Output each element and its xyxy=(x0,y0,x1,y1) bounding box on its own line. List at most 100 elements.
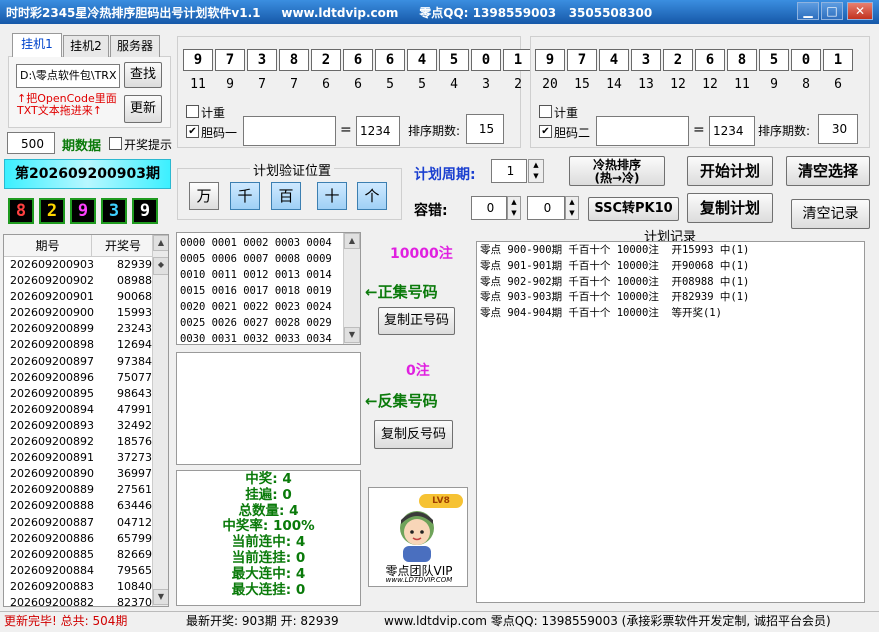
digit-box[interactable]: 3 xyxy=(631,49,661,71)
issue-cell: 202609200885 xyxy=(10,547,94,561)
p1-sum-input[interactable]: 1234 xyxy=(356,116,400,146)
digit-box[interactable]: 2 xyxy=(663,49,693,71)
scroll-down-icon[interactable]: ▼ xyxy=(153,589,168,605)
position-button[interactable]: 十 xyxy=(317,182,347,210)
digit-box[interactable]: 0 xyxy=(471,49,501,71)
digit-box[interactable]: 2 xyxy=(311,49,341,71)
table-row[interactable]: 202609200883 10840 xyxy=(4,579,168,595)
forward-scroll-up-icon[interactable]: ▲ xyxy=(344,233,360,249)
period-count-input[interactable]: 500 xyxy=(7,132,55,154)
table-row[interactable]: 202609200889 27561 xyxy=(4,482,168,498)
open-prompt-checkbox[interactable] xyxy=(109,137,122,150)
reverse-code-list[interactable] xyxy=(176,352,361,465)
digit-box[interactable]: 6 xyxy=(343,49,373,71)
table-row[interactable]: 202609200888 63446 xyxy=(4,498,168,514)
p2-weight-checkbox[interactable] xyxy=(539,105,552,118)
table-row[interactable]: 202609200898 12694 xyxy=(4,337,168,353)
digit-box[interactable]: 7 xyxy=(567,49,597,71)
position-button[interactable]: 千 xyxy=(230,182,260,210)
digit-box[interactable]: 1 xyxy=(823,49,853,71)
copy-reverse-button[interactable]: 复制反号码 xyxy=(374,420,453,449)
digit-box[interactable]: 8 xyxy=(279,49,309,71)
table-row[interactable]: 202609200894 47991 xyxy=(4,402,168,418)
table-row[interactable]: 202609200885 82669 xyxy=(4,547,168,563)
table-row[interactable]: 202609200887 04712 xyxy=(4,515,168,531)
p2-sort-input[interactable]: 30 xyxy=(818,114,858,144)
path-input[interactable]: D:\零点软件包\TRX xyxy=(16,64,120,88)
forward-scroll-down-icon[interactable]: ▼ xyxy=(344,327,360,343)
p2-dan-checkbox[interactable]: ✔ xyxy=(539,125,552,138)
ssc-pk10-button[interactable]: SSC转PK10 xyxy=(588,197,679,221)
tab-guaji2[interactable]: 挂机2 xyxy=(63,35,109,57)
table-row[interactable]: 202609200902 08988 xyxy=(4,273,168,289)
close-button[interactable]: ✕ xyxy=(847,2,873,20)
p1-dan-input[interactable] xyxy=(243,116,336,146)
position-button[interactable]: 个 xyxy=(357,182,387,210)
digit-box[interactable]: 5 xyxy=(439,49,469,71)
scroll-up-icon[interactable]: ▲ xyxy=(153,235,168,251)
p1-weight-checkbox[interactable] xyxy=(186,105,199,118)
digit-box[interactable]: 0 xyxy=(791,49,821,71)
table-row[interactable]: 202609200897 97384 xyxy=(4,354,168,370)
position-button[interactable]: 万 xyxy=(189,182,219,210)
position-button[interactable]: 百 xyxy=(271,182,301,210)
digit-box[interactable]: 1 xyxy=(503,49,533,71)
p1-sort-input[interactable]: 15 xyxy=(466,114,504,144)
minimize-button[interactable]: ▁ xyxy=(797,2,819,20)
table-row[interactable]: 202609200892 18576 xyxy=(4,434,168,450)
tolerance-b-spinner[interactable]: ▲ ▼ xyxy=(565,196,579,220)
record-list[interactable]: 零点 900-900期 千百十个 10000注 开15993 中(1) 零点 90… xyxy=(476,241,865,603)
cycle-spinner[interactable]: ▲ ▼ xyxy=(528,159,544,183)
table-row[interactable]: 202609200882 82370 xyxy=(4,595,168,606)
history-scrollbar[interactable]: ▲ ◆ ▼ xyxy=(152,235,168,606)
digit-box[interactable]: 6 xyxy=(375,49,405,71)
table-row[interactable]: 202609200903 82939 xyxy=(4,257,168,273)
find-button[interactable]: 查找 xyxy=(124,62,162,88)
history-list[interactable]: 期号 开奖号 202609200903 82939 202609200902 0898… xyxy=(3,234,169,607)
table-row[interactable]: 202609200886 65799 xyxy=(4,531,168,547)
table-row[interactable]: 202609200884 79565 xyxy=(4,563,168,579)
col-issue[interactable]: 期号 xyxy=(4,235,92,256)
tab-server[interactable]: 服务器 xyxy=(110,35,160,57)
digit-box[interactable]: 9 xyxy=(535,49,565,71)
table-row[interactable]: 202609200900 15993 xyxy=(4,305,168,321)
digit-box[interactable]: 3 xyxy=(247,49,277,71)
table-row[interactable]: 202609200890 36997 xyxy=(4,466,168,482)
hot-cold-sort-button[interactable]: 冷热排序 (热→冷) xyxy=(569,156,665,186)
copy-forward-button[interactable]: 复制正号码 xyxy=(378,307,455,335)
digit-box[interactable]: 4 xyxy=(407,49,437,71)
tab-guaji1[interactable]: 挂机1 xyxy=(12,33,62,57)
vip-ad[interactable]: LV8 零点团队VIP www.LDTDVIP.COM xyxy=(368,487,468,587)
clear-record-button[interactable]: 清空记录 xyxy=(791,199,870,229)
table-row[interactable]: 202609200891 37273 xyxy=(4,450,168,466)
forward-code-list[interactable]: 0000 0001 0002 0003 0004 0005 0006 0007 0… xyxy=(176,232,361,345)
digit-box[interactable]: 6 xyxy=(695,49,725,71)
tolerance-b-input[interactable]: 0 xyxy=(527,196,565,220)
p2-equals: = xyxy=(693,122,705,138)
p2-sum-input[interactable]: 1234 xyxy=(709,116,755,146)
col-number[interactable]: 开奖号 xyxy=(92,235,154,256)
update-button[interactable]: 更新 xyxy=(124,95,162,123)
p1-dan-checkbox[interactable]: ✔ xyxy=(186,125,199,138)
digit-box[interactable]: 8 xyxy=(727,49,757,71)
table-row[interactable]: 202609200901 90068 xyxy=(4,289,168,305)
cycle-input[interactable]: 1 xyxy=(491,159,527,183)
table-row[interactable]: 202609200896 75077 xyxy=(4,370,168,386)
digit-box[interactable]: 9 xyxy=(183,49,213,71)
digit-box[interactable]: 4 xyxy=(599,49,629,71)
tolerance-a-spinner[interactable]: ▲ ▼ xyxy=(507,196,521,220)
p2-dan-input[interactable] xyxy=(596,116,689,146)
tolerance-a-input[interactable]: 0 xyxy=(471,196,507,220)
digit-box[interactable]: 5 xyxy=(759,49,789,71)
digit-box[interactable]: 7 xyxy=(215,49,245,71)
copy-plan-button[interactable]: 复制计划 xyxy=(687,193,773,223)
table-row[interactable]: 202609200895 98643 xyxy=(4,386,168,402)
clear-select-button[interactable]: 清空选择 xyxy=(786,156,870,186)
table-row[interactable]: 202609200899 23243 xyxy=(4,321,168,337)
maximize-button[interactable]: □ xyxy=(821,2,843,20)
start-plan-button[interactable]: 开始计划 xyxy=(687,156,773,186)
table-row[interactable]: 202609200893 32492 xyxy=(4,418,168,434)
scroll-thumb[interactable]: ◆ xyxy=(153,257,168,275)
digit-count: 5 xyxy=(386,77,394,92)
forward-scrollbar[interactable]: ▲ ▼ xyxy=(343,233,360,344)
